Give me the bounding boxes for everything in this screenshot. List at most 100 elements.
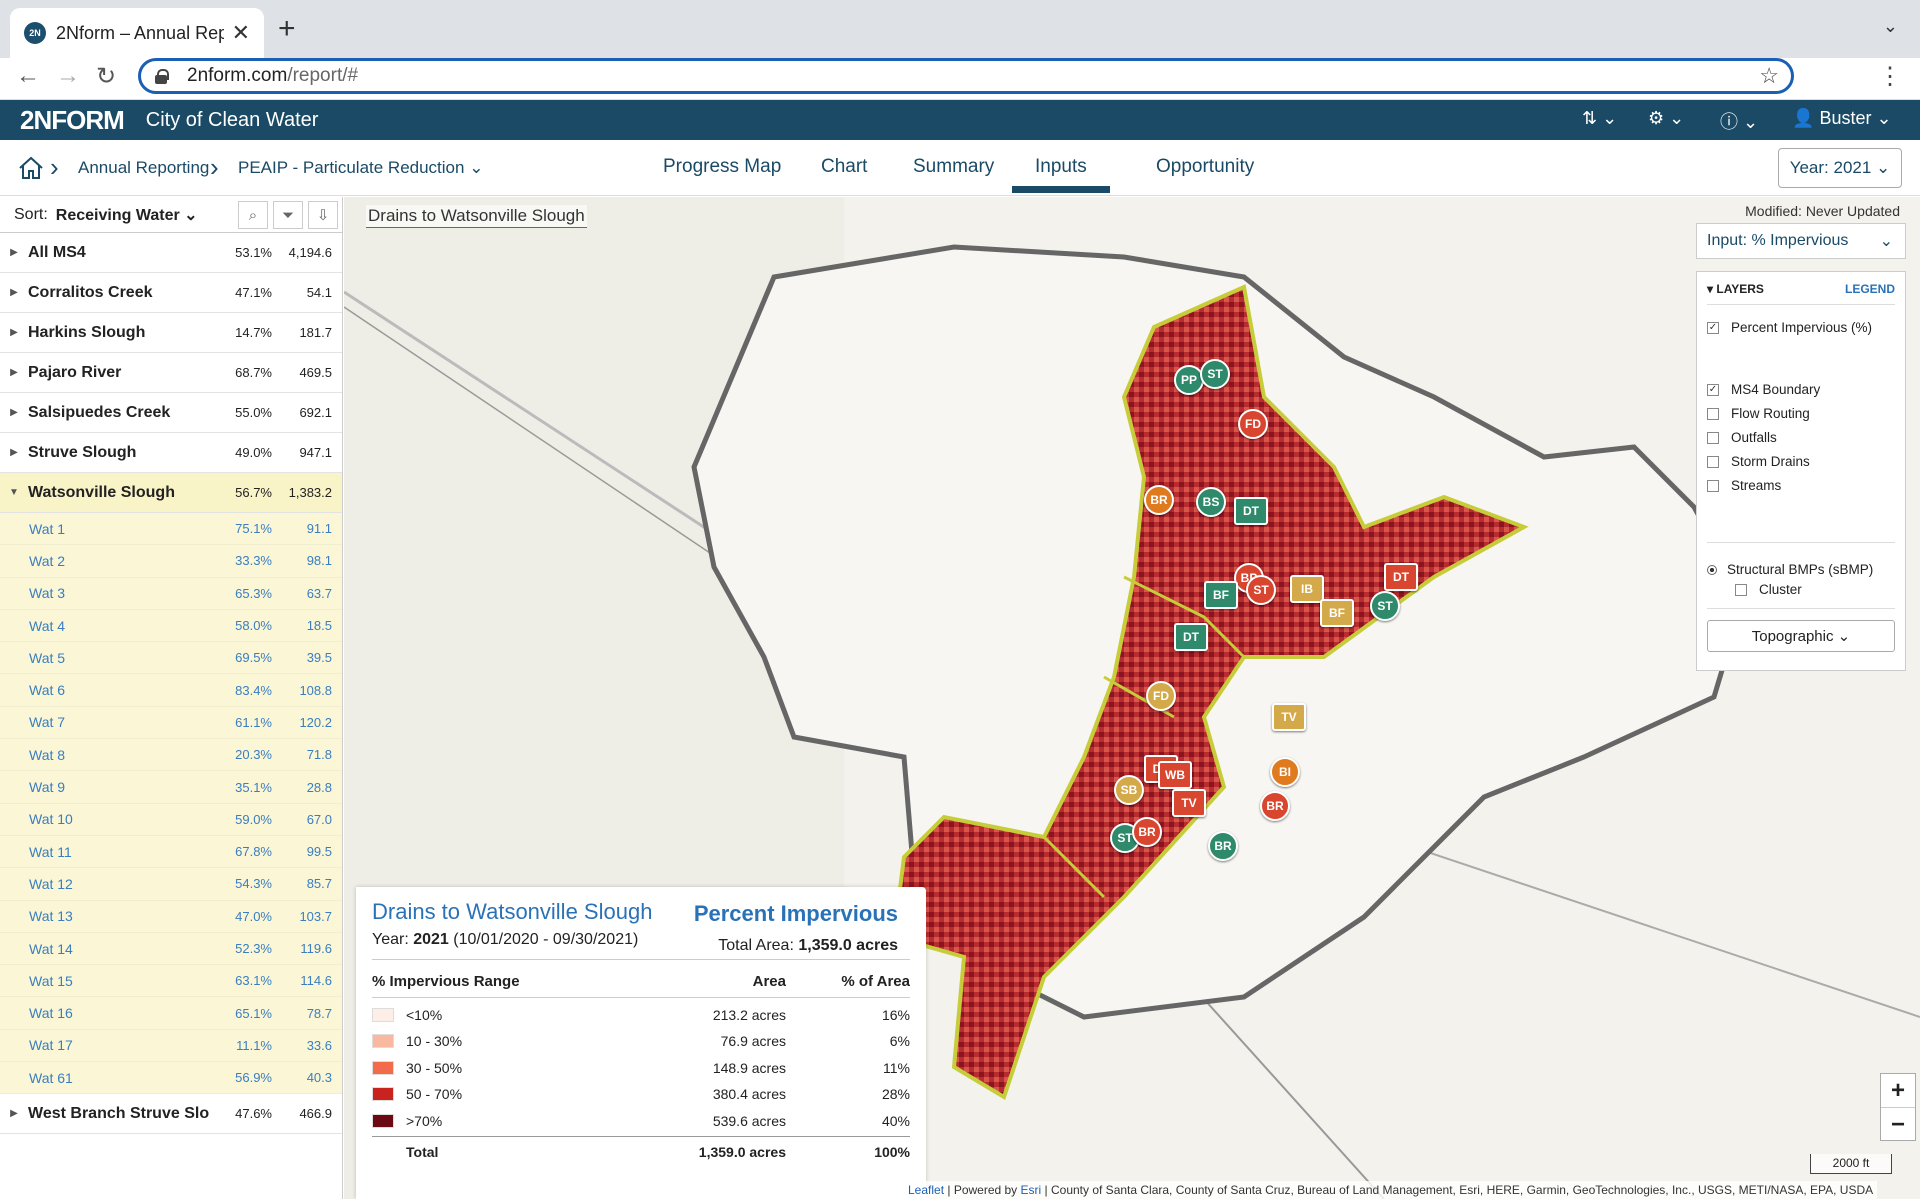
map[interactable]: Drains to Watsonville Slough Modified: N… — [344, 197, 1920, 1199]
esri-link[interactable]: Esri — [1021, 1183, 1042, 1197]
bmp-marker-icon[interactable]: FD — [1238, 409, 1268, 439]
bmp-marker-icon[interactable]: ST — [1370, 591, 1400, 621]
list-item[interactable]: Wat 61 56.9% 40.3 — [0, 1062, 342, 1095]
caret-right-icon[interactable]: ▶ — [0, 287, 28, 298]
caret-right-icon[interactable]: ▶ — [0, 407, 28, 418]
tab-progress-map[interactable]: Progress Map — [663, 156, 781, 178]
layer-checkbox[interactable]: Flow Routing — [1707, 406, 1810, 421]
close-tab-icon[interactable]: ✕ — [232, 20, 250, 46]
caret-right-icon[interactable]: ▶ — [0, 327, 28, 338]
tab-summary[interactable]: Summary — [913, 156, 994, 178]
tab-search-icon[interactable]: ⌄ — [1883, 16, 1898, 37]
list-item[interactable]: Wat 12 54.3% 85.7 — [0, 868, 342, 901]
list-item[interactable]: ▶ Corralitos Creek 47.1% 54.1 — [0, 273, 342, 313]
bmp-marker-icon[interactable]: DT — [1384, 563, 1418, 591]
caret-down-icon[interactable]: ▼ — [0, 487, 28, 498]
home-icon[interactable] — [18, 156, 44, 180]
bmp-marker-icon[interactable]: IB — [1290, 575, 1324, 603]
bmp-marker-icon[interactable]: BF — [1204, 581, 1238, 609]
bmp-marker-icon[interactable]: FD — [1146, 681, 1176, 711]
reload-icon[interactable]: ↻ — [96, 62, 116, 91]
gear-icon[interactable]: ⚙ ⌄ — [1648, 108, 1684, 129]
basemap-selector[interactable]: Topographic ⌄ — [1707, 620, 1895, 652]
list-item[interactable]: Wat 8 20.3% 71.8 — [0, 739, 342, 772]
list-item[interactable]: Wat 6 83.4% 108.8 — [0, 674, 342, 707]
list-item[interactable]: ▶ West Branch Struve Slo... 47.6% 466.9 — [0, 1094, 342, 1135]
list-item[interactable]: Wat 14 52.3% 119.6 — [0, 932, 342, 966]
list-item-open[interactable]: ▼ Watsonville Slough 56.7% 1,383.2 — [0, 473, 342, 513]
filter-icon[interactable]: ⏷ — [273, 201, 303, 229]
bmp-marker-icon[interactable]: BF — [1320, 599, 1354, 627]
legend-link[interactable]: LEGEND — [1845, 282, 1895, 296]
caret-right-icon[interactable]: ▶ — [0, 1108, 28, 1119]
list-item[interactable]: Wat 9 35.1% 28.8 — [0, 771, 342, 804]
back-icon[interactable]: ← — [16, 62, 40, 90]
list-item[interactable]: ▶ All MS4 53.1% 4,194.6 — [0, 233, 342, 273]
bmp-marker-icon[interactable]: BI — [1270, 757, 1300, 787]
help-icon[interactable]: ⓘ ⌄ — [1720, 108, 1758, 134]
browser-tab[interactable]: 2N 2Nform – Annual Report ✕ — [10, 8, 264, 58]
forward-icon[interactable]: → — [56, 62, 80, 90]
bmp-marker-icon[interactable]: WB — [1158, 761, 1192, 789]
list-item[interactable]: Wat 17 11.1% 33.6 — [0, 1029, 342, 1063]
layer-checkbox[interactable]: Storm Drains — [1707, 454, 1810, 469]
sbmp-radio[interactable]: Structural BMPs (sBMP) — [1707, 562, 1873, 577]
zoom-out-button[interactable]: − — [1881, 1107, 1915, 1141]
list-item[interactable]: Wat 7 61.1% 120.2 — [0, 706, 342, 740]
bmp-marker-icon[interactable]: SB — [1114, 775, 1144, 805]
layer-checkbox[interactable]: ✓ MS4 Boundary — [1707, 382, 1820, 397]
list-item[interactable]: ▶ Struve Slough 49.0% 947.1 — [0, 433, 342, 473]
bmp-marker-icon[interactable]: BR — [1260, 791, 1290, 821]
caret-right-icon[interactable]: ▶ — [0, 247, 28, 258]
cluster-checkbox[interactable]: Cluster — [1735, 582, 1802, 597]
list-item[interactable]: Wat 13 47.0% 103.7 — [0, 900, 342, 933]
bookmark-star-icon[interactable]: ☆ — [1759, 63, 1779, 89]
list-item[interactable]: Wat 10 59.0% 67.0 — [0, 803, 342, 836]
user-menu[interactable]: 👤 Buster ⌄ — [1792, 108, 1892, 129]
list-item[interactable]: Wat 5 69.5% 39.5 — [0, 642, 342, 675]
bmp-marker-icon[interactable]: BR — [1132, 817, 1162, 847]
tab-opportunity[interactable]: Opportunity — [1156, 156, 1254, 178]
bmp-marker-icon[interactable]: DT — [1234, 497, 1268, 525]
app-logo[interactable]: 2NFORM — [20, 105, 125, 136]
download-icon[interactable]: ⇩ — [308, 201, 338, 229]
caret-right-icon[interactable]: ▶ — [0, 367, 28, 378]
list-item[interactable]: Wat 16 65.1% 78.7 — [0, 997, 342, 1030]
list-item[interactable]: Wat 4 58.0% 18.5 — [0, 609, 342, 643]
layer-checkbox[interactable]: Streams — [1707, 478, 1781, 493]
bmp-marker-icon[interactable]: TV — [1172, 789, 1206, 817]
bmp-marker-icon[interactable]: BR — [1144, 485, 1174, 515]
list-item[interactable]: Wat 1 75.1% 91.1 — [0, 513, 342, 546]
layer-checkbox[interactable]: Outfalls — [1707, 430, 1777, 445]
bmp-marker-icon[interactable]: TV — [1272, 703, 1306, 731]
list-item[interactable]: ▶ Salsipuedes Creek 55.0% 692.1 — [0, 393, 342, 433]
new-tab-icon[interactable]: + — [278, 12, 296, 46]
layers-toggle[interactable]: ▾ LAYERS — [1707, 282, 1764, 296]
list-item[interactable]: Wat 2 33.3% 98.1 — [0, 545, 342, 578]
breadcrumb-annual-reporting[interactable]: Annual Reporting — [78, 158, 209, 178]
leaflet-link[interactable]: Leaflet — [908, 1183, 944, 1197]
year-selector[interactable]: Year: 2021 ⌄ — [1778, 148, 1902, 188]
bmp-marker-icon[interactable]: ST — [1200, 359, 1230, 389]
zoom-in-button[interactable]: + — [1881, 1074, 1915, 1107]
address-bar[interactable]: 2nform.com/report/# ☆ — [138, 58, 1794, 94]
search-icon[interactable]: ⌕ — [238, 201, 268, 229]
input-selector[interactable]: Input: % Impervious ⌄ — [1696, 223, 1906, 259]
tab-chart[interactable]: Chart — [821, 156, 867, 178]
browser-menu-icon[interactable]: ⋮ — [1878, 62, 1902, 91]
bmp-marker-icon[interactable]: DT — [1174, 623, 1208, 651]
bmp-marker-icon[interactable]: ST — [1246, 575, 1276, 605]
tab-inputs[interactable]: Inputs — [1035, 156, 1087, 178]
sort-dropdown[interactable]: Receiving Water ⌄ — [56, 205, 198, 225]
layer-checkbox[interactable]: ✓ Percent Impervious (%) — [1707, 320, 1872, 335]
sort-arrows-icon[interactable]: ⇅ ⌄ — [1582, 108, 1617, 129]
list-item[interactable]: Wat 11 67.8% 99.5 — [0, 835, 342, 869]
list-item[interactable]: Wat 3 65.3% 63.7 — [0, 577, 342, 610]
bmp-marker-icon[interactable]: BS — [1196, 487, 1226, 517]
list-item[interactable]: Wat 15 63.1% 114.6 — [0, 965, 342, 998]
list-item[interactable]: ▶ Harkins Slough 14.7% 181.7 — [0, 313, 342, 353]
list-item[interactable]: ▶ Pajaro River 68.7% 469.5 — [0, 353, 342, 393]
caret-right-icon[interactable]: ▶ — [0, 447, 28, 458]
breadcrumb-program[interactable]: PEAIP - Particulate Reduction ⌄ — [238, 158, 483, 178]
bmp-marker-icon[interactable]: BR — [1208, 831, 1238, 861]
